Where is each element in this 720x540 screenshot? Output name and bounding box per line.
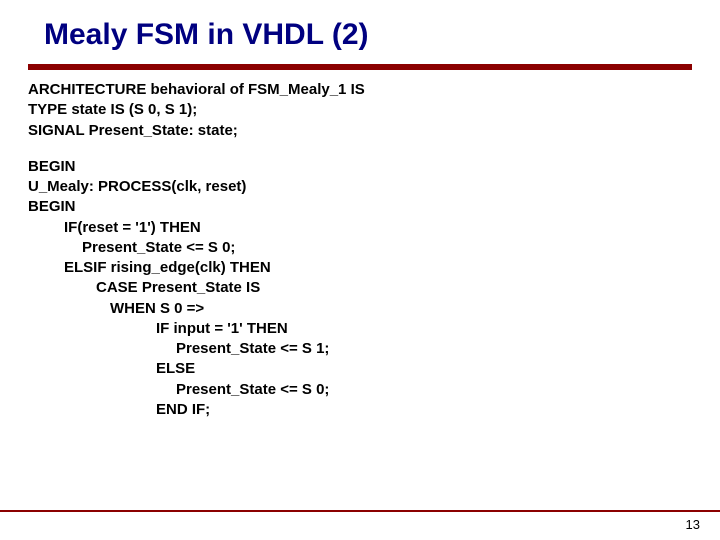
code-line: CASE Present_State IS xyxy=(28,278,692,298)
slide-title: Mealy FSM in VHDL (2) xyxy=(44,18,692,52)
code-line: IF(reset = '1') THEN xyxy=(28,218,692,238)
code-line: SIGNAL Present_State: state; xyxy=(28,121,692,141)
blank-line xyxy=(28,141,692,157)
code-line: U_Mealy: PROCESS(clk, reset) xyxy=(28,177,692,197)
code-block: ARCHITECTURE behavioral of FSM_Mealy_1 I… xyxy=(28,80,692,420)
footer-divider xyxy=(0,510,720,512)
code-line: WHEN S 0 => xyxy=(28,299,692,319)
title-divider xyxy=(28,64,692,70)
code-line: Present_State <= S 0; xyxy=(28,380,692,400)
code-line: ARCHITECTURE behavioral of FSM_Mealy_1 I… xyxy=(28,80,692,100)
code-line: ELSE xyxy=(28,359,692,379)
code-line: ELSIF rising_edge(clk) THEN xyxy=(28,258,692,278)
page-number: 13 xyxy=(686,517,700,532)
code-line: END IF; xyxy=(28,400,692,420)
slide-container: Mealy FSM in VHDL (2) ARCHITECTURE behav… xyxy=(0,0,720,420)
code-line: Present_State <= S 0; xyxy=(28,238,692,258)
code-line: BEGIN xyxy=(28,197,692,217)
code-line: BEGIN xyxy=(28,157,692,177)
code-line: IF input = '1' THEN xyxy=(28,319,692,339)
code-line: TYPE state IS (S 0, S 1); xyxy=(28,100,692,120)
code-line: Present_State <= S 1; xyxy=(28,339,692,359)
